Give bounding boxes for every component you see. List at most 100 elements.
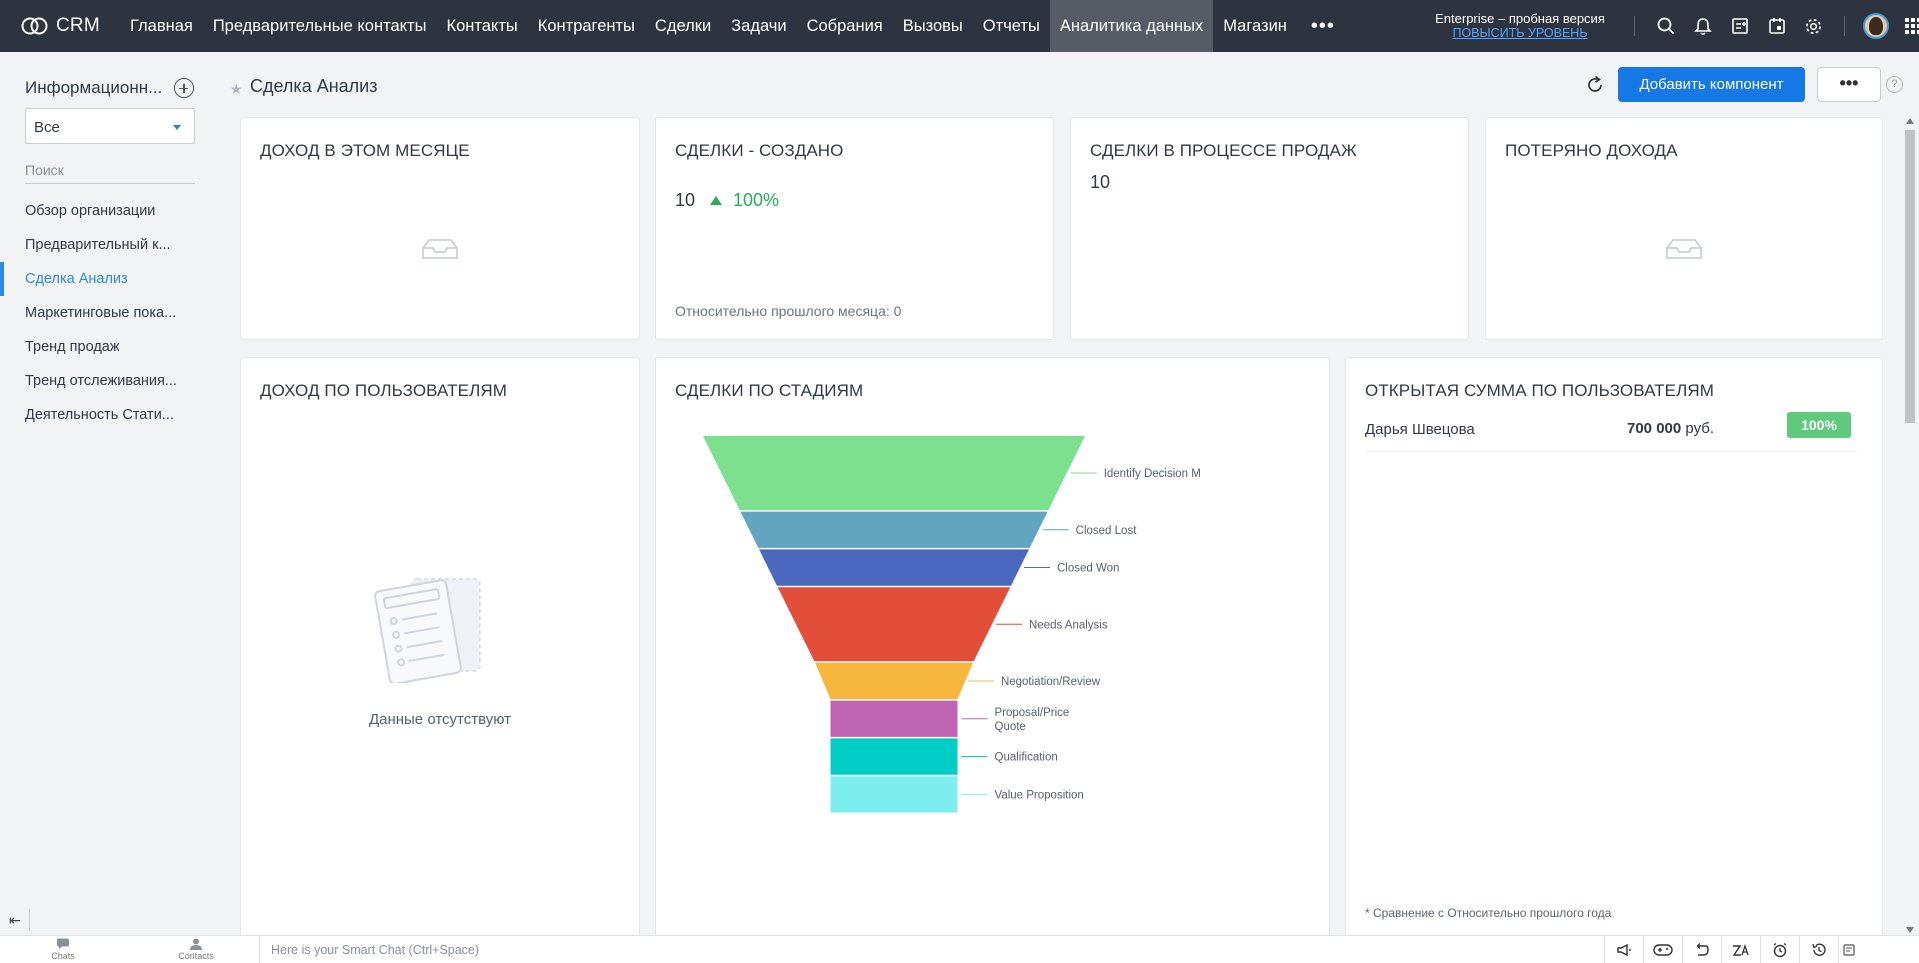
trial-info: Enterprise – пробная версия ПОВЫСИТЬ УРО… bbox=[1430, 11, 1610, 41]
nav-item-3[interactable]: Контрагенты bbox=[528, 0, 645, 52]
card-open-amount-by-user: ОТКРЫТАЯ СУММА ПО ПОЛЬЗОВАТЕЛЯМ Дарья Шв… bbox=[1345, 357, 1883, 947]
gear-icon[interactable] bbox=[1795, 0, 1832, 52]
scroll-up-icon[interactable] bbox=[1906, 118, 1914, 124]
top-icons bbox=[1622, 0, 1919, 52]
upgrade-link[interactable]: ПОВЫСИТЬ УРОВЕНЬ bbox=[1430, 26, 1610, 41]
avatar bbox=[1862, 13, 1889, 39]
add-note-icon[interactable] bbox=[1721, 0, 1758, 52]
chats-label: Chats bbox=[51, 951, 75, 961]
nav-item-4[interactable]: Сделки bbox=[645, 0, 721, 52]
nav-item-5[interactable]: Задачи bbox=[721, 0, 796, 52]
nav-item-7[interactable]: Вызовы bbox=[893, 0, 973, 52]
apps-grid-icon[interactable] bbox=[1894, 0, 1919, 52]
add-component-button[interactable]: Добавить компонент bbox=[1618, 67, 1805, 102]
comparison-footnote: * Сравнение с Относительно прошлого года bbox=[1365, 906, 1612, 920]
nav-item-1[interactable]: Предварительные контакты bbox=[203, 0, 437, 52]
scroll-down-icon[interactable] bbox=[1906, 927, 1914, 933]
user-avatar-button[interactable] bbox=[1857, 0, 1894, 52]
nav-more-button[interactable]: ••• bbox=[1297, 0, 1349, 52]
card-revenue-this-month: ДОХОД В ЭТОМ МЕСЯЦЕ bbox=[240, 117, 640, 340]
contact-icon bbox=[190, 938, 202, 950]
contacts-label: Contacts bbox=[178, 951, 214, 961]
contacts-tab[interactable]: Contacts bbox=[166, 938, 226, 961]
nav-item-8[interactable]: Отчеты bbox=[973, 0, 1050, 52]
scrollbar-thumb[interactable] bbox=[1905, 130, 1915, 423]
nav-item-2[interactable]: Контакты bbox=[436, 0, 527, 52]
card-title: ОТКРЫТАЯ СУММА ПО ПОЛЬЗОВАТЕЛЯМ bbox=[1365, 381, 1714, 400]
funnel-segment[interactable] bbox=[830, 700, 958, 737]
card-title: ПОТЕРЯНО ДОХОДА bbox=[1505, 141, 1678, 160]
nav-item-0[interactable]: Главная bbox=[120, 0, 203, 52]
sidebar-item-3[interactable]: Маркетинговые пока... bbox=[0, 296, 214, 330]
sidebar-item-5[interactable]: Тренд отслеживания... bbox=[0, 364, 214, 398]
divider bbox=[259, 936, 260, 963]
bottom-bar: Chats Contacts Here is your Smart Chat (… bbox=[0, 935, 1919, 963]
funnel-stage-label: Closed Won bbox=[1057, 563, 1119, 575]
card-deals-created: СДЕЛКИ - СОЗДАНО 10 100% Относительно пр… bbox=[655, 117, 1054, 340]
bell-icon[interactable] bbox=[1684, 0, 1721, 52]
favorite-star-icon[interactable]: ★ bbox=[230, 81, 243, 98]
undo-icon[interactable] bbox=[1682, 936, 1721, 963]
funnel-segment[interactable] bbox=[777, 587, 1011, 662]
share-badge: 100% bbox=[1787, 412, 1851, 438]
no-data-illustration-icon bbox=[374, 578, 481, 683]
nav-item-9[interactable]: Аналитика данных bbox=[1049, 0, 1214, 52]
chat-icon bbox=[57, 938, 69, 949]
card-title: ДОХОД ПО ПОЛЬЗОВАТЕЛЯМ bbox=[260, 381, 507, 400]
refresh-icon[interactable] bbox=[1584, 74, 1608, 98]
sidebar-item-2[interactable]: Сделка Анализ bbox=[0, 262, 214, 296]
funnel-stage-label: Value Proposition bbox=[995, 789, 1084, 801]
gamepad-icon[interactable] bbox=[1643, 936, 1682, 963]
funnel-segment[interactable] bbox=[740, 511, 1048, 548]
page-scrollbar[interactable] bbox=[1903, 118, 1917, 940]
main-nav: Главная Предварительные контакты Контакты К… bbox=[120, 0, 1349, 52]
amount-value: 700 000 bbox=[1627, 420, 1682, 437]
card-revenue-by-user: ДОХОД ПО ПОЛЬЗОВАТЕЛЯМ Данные отсутствую… bbox=[240, 357, 640, 947]
history-icon[interactable] bbox=[1799, 936, 1838, 963]
dashboard-filter-select[interactable]: Все bbox=[25, 108, 195, 144]
chats-tab[interactable]: Chats bbox=[33, 938, 93, 961]
megaphone-icon[interactable] bbox=[1604, 936, 1643, 963]
sidebar-title[interactable]: Информационн... bbox=[25, 78, 162, 98]
kpi-change: 100% bbox=[733, 190, 780, 210]
smart-chat-input[interactable]: Here is your Smart Chat (Ctrl+Space) bbox=[271, 943, 479, 957]
calendar-icon[interactable] bbox=[1758, 0, 1795, 52]
translate-icon[interactable] bbox=[1721, 936, 1760, 963]
sidebar-search-input[interactable]: Поиск bbox=[25, 158, 195, 184]
sidebar-item-0[interactable]: Обзор организации bbox=[0, 194, 214, 228]
funnel-segment[interactable] bbox=[759, 549, 1029, 586]
empty-tray-icon bbox=[422, 239, 458, 259]
sidebar-item-6[interactable]: Деятельность Стати... bbox=[0, 398, 214, 432]
nav-item-10[interactable]: Магазин bbox=[1213, 0, 1297, 52]
funnel-segment[interactable] bbox=[830, 738, 958, 775]
help-icon[interactable]: ? bbox=[1886, 76, 1903, 93]
notes-icon[interactable] bbox=[1838, 936, 1858, 963]
bottom-tools bbox=[1604, 936, 1858, 963]
user-amount: 700 000 руб. bbox=[1627, 420, 1714, 437]
crm-logo-icon bbox=[21, 17, 48, 35]
deals-funnel-chart: Identify Decision M Closed Lost Closed Won… bbox=[703, 436, 1201, 813]
nav-item-6[interactable]: Собрания bbox=[797, 0, 893, 52]
alarm-icon[interactable] bbox=[1760, 936, 1799, 963]
card-title: ДОХОД В ЭТОМ МЕСЯЦЕ bbox=[260, 141, 470, 160]
funnel-stage-label: Identify Decision M bbox=[1104, 468, 1201, 480]
trial-title: Enterprise – пробная версия bbox=[1435, 11, 1605, 26]
funnel-segment[interactable] bbox=[703, 436, 1085, 511]
sidebar-item-1[interactable]: Предварительный к... bbox=[0, 228, 214, 262]
divider bbox=[1844, 16, 1845, 36]
funnel-segment[interactable] bbox=[815, 662, 973, 700]
filter-value: Все bbox=[34, 119, 60, 136]
card-title: СДЕЛКИ - СОЗДАНО bbox=[675, 141, 844, 160]
sidebar-item-4[interactable]: Тренд продаж bbox=[0, 330, 214, 364]
collapse-sidebar-icon[interactable]: ⇤ bbox=[9, 912, 21, 929]
more-options-button[interactable]: ••• bbox=[1817, 67, 1881, 102]
empty-tray-icon bbox=[1666, 239, 1702, 259]
crm-logo[interactable]: CRM bbox=[20, 15, 120, 37]
add-dashboard-icon[interactable] bbox=[174, 78, 194, 98]
funnel-segment[interactable] bbox=[830, 776, 958, 813]
card-title: СДЕЛКИ В ПРОЦЕССЕ ПРОДАЖ bbox=[1090, 141, 1357, 160]
table-row[interactable]: Дарья Швецова 700 000 руб. 100% bbox=[1365, 410, 1857, 452]
chevron-down-icon bbox=[173, 125, 181, 130]
card-lost-revenue: ПОТЕРЯНО ДОХОДА bbox=[1485, 117, 1883, 340]
search-icon[interactable] bbox=[1647, 0, 1684, 52]
